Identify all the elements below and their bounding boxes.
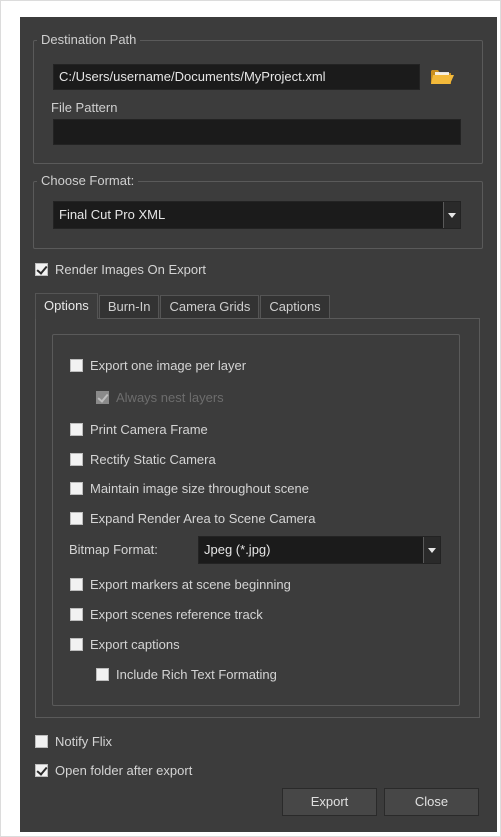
destination-path-field[interactable]: C:/Users/username/Documents/MyProject.xm… bbox=[53, 64, 420, 90]
chevron-down-icon[interactable] bbox=[443, 202, 460, 228]
open-folder-checkbox[interactable] bbox=[35, 763, 48, 777]
file-pattern-field[interactable] bbox=[53, 119, 461, 145]
close-button[interactable]: Close bbox=[384, 788, 479, 816]
tab-camera-grids[interactable]: Camera Grids bbox=[160, 295, 260, 318]
notify-flix-label: Notify Flix bbox=[55, 733, 113, 749]
choose-format-group: Choose Format: Final Cut Pro XML bbox=[33, 173, 483, 249]
export-captions-row[interactable]: Export captions bbox=[70, 635, 180, 653]
always-nest-row: Always nest layers bbox=[96, 388, 224, 406]
options-tabbar: Options Burn-In Camera Grids Captions bbox=[35, 293, 331, 319]
export-ref-track-checkbox[interactable] bbox=[70, 607, 83, 621]
folder-icon[interactable] bbox=[430, 67, 455, 90]
file-pattern-label: File Pattern bbox=[51, 100, 118, 115]
options-panel: Export one image per layer Always nest l… bbox=[52, 334, 460, 706]
export-markers-row[interactable]: Export markers at scene beginning bbox=[70, 575, 291, 593]
rectify-static-checkbox[interactable] bbox=[70, 452, 83, 466]
print-camera-frame-checkbox[interactable] bbox=[70, 422, 83, 436]
export-one-image-checkbox[interactable] bbox=[70, 358, 83, 372]
export-button[interactable]: Export bbox=[282, 788, 377, 816]
notify-flix-row[interactable]: Notify Flix bbox=[35, 732, 112, 750]
bitmap-format-value: Jpeg (*.jpg) bbox=[204, 542, 271, 557]
expand-render-label: Expand Render Area to Scene Camera bbox=[90, 510, 316, 526]
export-ref-track-row[interactable]: Export scenes reference track bbox=[70, 605, 263, 623]
rich-text-row[interactable]: Include Rich Text Formating bbox=[96, 665, 277, 683]
print-camera-frame-label: Print Camera Frame bbox=[90, 421, 208, 437]
always-nest-label: Always nest layers bbox=[116, 389, 224, 405]
destination-path-group: Destination Path C:/Users/username/Docum… bbox=[33, 32, 483, 164]
options-tab-pane: Export one image per layer Always nest l… bbox=[35, 318, 480, 718]
render-images-checkbox-row[interactable]: Render Images On Export bbox=[35, 260, 206, 278]
expand-render-checkbox[interactable] bbox=[70, 511, 83, 525]
maintain-size-label: Maintain image size throughout scene bbox=[90, 480, 309, 496]
choose-format-title: Choose Format: bbox=[37, 173, 139, 189]
notify-flix-checkbox[interactable] bbox=[35, 734, 48, 748]
print-camera-frame-row[interactable]: Print Camera Frame bbox=[70, 420, 208, 438]
tab-captions[interactable]: Captions bbox=[260, 295, 330, 318]
open-folder-label: Open folder after export bbox=[55, 762, 193, 778]
bitmap-format-select[interactable]: Jpeg (*.jpg) bbox=[198, 536, 441, 564]
export-one-image-row[interactable]: Export one image per layer bbox=[70, 356, 246, 374]
render-images-label: Render Images On Export bbox=[55, 261, 207, 277]
chevron-down-icon[interactable] bbox=[423, 537, 440, 563]
export-dialog: Destination Path C:/Users/username/Docum… bbox=[20, 17, 497, 832]
export-captions-checkbox[interactable] bbox=[70, 637, 83, 651]
rich-text-label: Include Rich Text Formating bbox=[116, 666, 277, 682]
format-select[interactable]: Final Cut Pro XML bbox=[53, 201, 461, 229]
maintain-size-row[interactable]: Maintain image size throughout scene bbox=[70, 479, 309, 497]
tab-burn-in[interactable]: Burn-In bbox=[98, 295, 160, 318]
format-select-value: Final Cut Pro XML bbox=[59, 207, 166, 222]
open-folder-row[interactable]: Open folder after export bbox=[35, 761, 192, 779]
bitmap-format-label: Bitmap Format: bbox=[69, 542, 158, 557]
destination-path-title: Destination Path bbox=[37, 32, 141, 48]
always-nest-checkbox bbox=[96, 390, 109, 404]
render-images-checkbox[interactable] bbox=[35, 262, 48, 276]
maintain-size-checkbox[interactable] bbox=[70, 481, 83, 495]
rich-text-checkbox[interactable] bbox=[96, 667, 109, 681]
export-ref-track-label: Export scenes reference track bbox=[90, 606, 263, 622]
export-markers-label: Export markers at scene beginning bbox=[90, 576, 291, 592]
export-one-image-label: Export one image per layer bbox=[90, 357, 247, 373]
rectify-static-label: Rectify Static Camera bbox=[90, 451, 216, 467]
export-markers-checkbox[interactable] bbox=[70, 577, 83, 591]
rectify-static-row[interactable]: Rectify Static Camera bbox=[70, 450, 216, 468]
export-captions-label: Export captions bbox=[90, 636, 180, 652]
expand-render-row[interactable]: Expand Render Area to Scene Camera bbox=[70, 509, 315, 527]
tab-options[interactable]: Options bbox=[35, 293, 98, 319]
